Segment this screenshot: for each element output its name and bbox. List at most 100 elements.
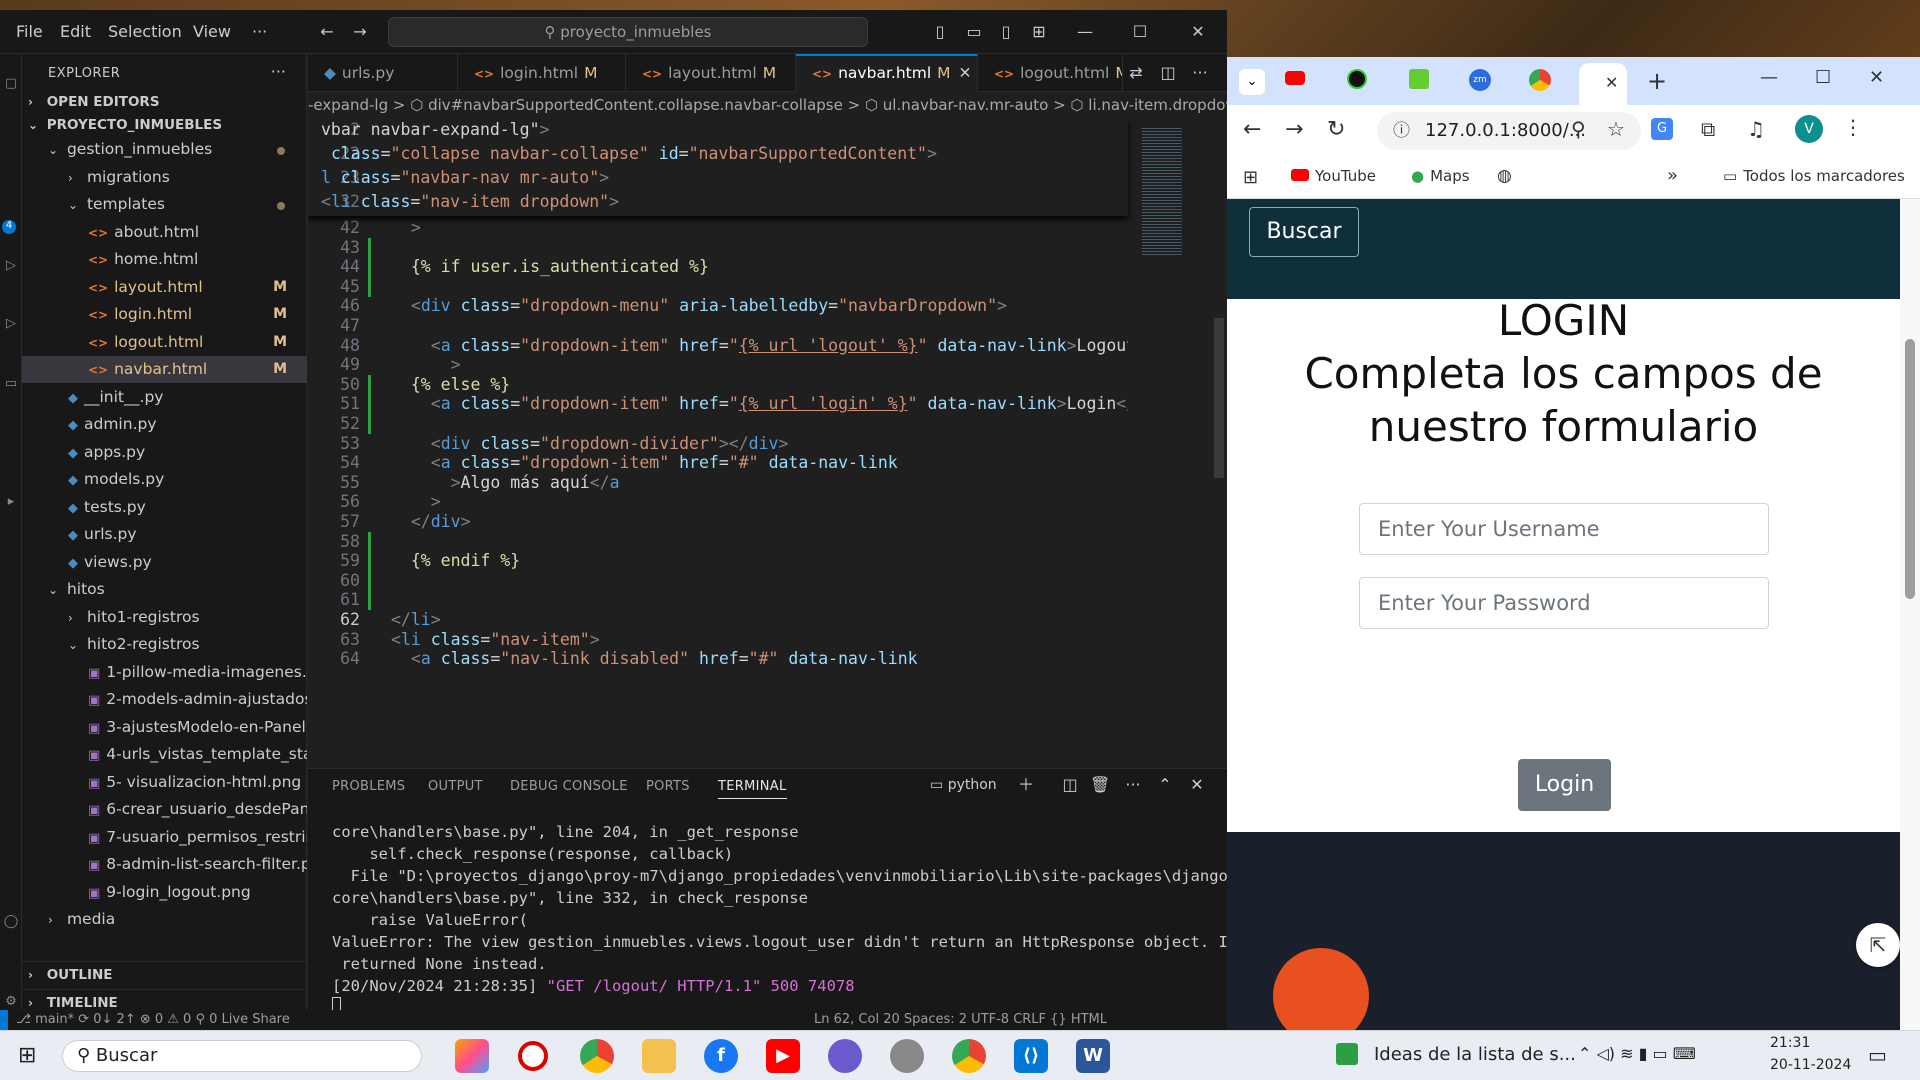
media-control-icon[interactable]: ♫ [1747,117,1765,141]
code-line[interactable]: 64 <a class="nav-link disabled" href="#"… [308,649,1128,669]
tab-favicon[interactable] [1347,69,1367,89]
messenger-icon[interactable] [828,1039,862,1073]
notification-app-icon[interactable] [1336,1043,1358,1065]
tree-item[interactable]: ⌄ hito2-registros [22,631,307,658]
close-tab-icon[interactable]: ✕ [1605,73,1618,92]
password-input[interactable]: Enter Your Password [1359,577,1769,629]
close-panel-icon[interactable]: ✕ [1187,775,1207,795]
more-bookmarks-icon[interactable]: » [1667,165,1678,186]
notification-text[interactable]: Ideas de la lista de s... [1374,1044,1576,1065]
code-line[interactable]: 52 [308,414,1128,434]
extensions-icon[interactable]: ⧉ [1701,117,1715,141]
tree-item[interactable]: ▣ 2-models-admin-ajustados.p... [22,686,307,713]
tab-urls-py[interactable]: ◆ urls.py [308,54,458,92]
tree-item[interactable]: ◆ admin.py [22,411,307,438]
code-line[interactable]: 43 [308,237,1128,258]
menu-more[interactable]: ··· [252,22,267,41]
app-icon[interactable] [890,1039,924,1073]
code-line[interactable]: 59 {% endif %} [308,551,1128,572]
back-arrow-icon[interactable]: ← [317,22,337,42]
status-right[interactable]: Ln 62, Col 20 Spaces: 2 UTF-8 CRLF {} HT… [814,1012,1107,1027]
new-tab-icon[interactable]: + [1647,67,1667,95]
menu-selection[interactable]: Selection [108,22,182,41]
scroll-thumb[interactable] [1905,339,1915,599]
sticky-scroll[interactable]: 2 vbar navbar-expand-lg"> 22 class="collap… [308,118,1128,216]
maximize-icon[interactable]: ☐ [1815,67,1831,88]
bookmark-maps[interactable]: ● Maps [1411,167,1470,185]
code-line[interactable]: 53 <div class="dropdown-divider"></div> [308,434,1128,454]
sticky-line[interactable]: 22 class="collapse navbar-collapse" id="… [308,142,1128,166]
tab-terminal[interactable]: TERMINAL [718,779,787,799]
tree-item[interactable]: ▣ 4-urls_vistas_template_static.... [22,741,307,768]
tree-item[interactable]: ◆ models.py [22,466,307,493]
opera-icon[interactable] [518,1041,548,1071]
code-line[interactable]: 55 >Algo más aquí</a [308,473,1128,493]
apps-grid-icon[interactable]: ⊞ [1243,167,1258,188]
tree-item[interactable]: ▣ 8-admin-list-search-filter.png [22,851,307,878]
minimap[interactable] [1128,118,1208,768]
tab-debug-console[interactable]: DEBUG CONSOLE [510,779,628,794]
split-editor-icon[interactable]: ◫ [1158,63,1178,83]
menu-file[interactable]: File [16,22,43,41]
remote-indicator[interactable] [0,1010,8,1030]
code-line[interactable]: 63 <li class="nav-item"> [308,630,1128,650]
sticky-line[interactable]: 32 <li class="nav-item dropdown"> [308,190,1128,214]
bookmark-star-icon[interactable]: ☆ [1607,117,1625,141]
code-line[interactable]: 48 <a class="dropdown-item" href="{% url… [308,336,1146,356]
back-icon[interactable]: ← [1243,117,1261,142]
file-explorer-icon[interactable] [642,1039,676,1073]
tree-item[interactable]: ◆ apps.py [22,439,307,466]
trash-icon[interactable]: 🗑 [1090,775,1110,795]
tab-favicon[interactable] [1409,69,1429,89]
tree-item[interactable]: <> navbar.html M [22,356,307,383]
address-bar[interactable]: ⓘ 127.0.0.1:8000/... [1377,112,1641,150]
menu-view[interactable]: View [193,22,231,41]
code-line[interactable]: 60 [308,570,1128,591]
sticky-line[interactable]: 23 l class="navbar-nav mr-auto"> [308,166,1128,190]
tab-ports[interactable]: PORTS [646,779,690,794]
profile-avatar[interactable]: V [1795,115,1823,143]
remote-icon[interactable]: ▭ [0,376,22,398]
status-left[interactable]: ⎇ main* ⟳ 0↓ 2↑ ⊗ 0 ⚠ 0 ⚲ 0 Live Share [16,1012,290,1027]
reload-icon[interactable]: ↻ [1327,117,1345,142]
code-line[interactable]: 57 </div> [308,512,1128,532]
tree-item[interactable]: ◆ __init__.py [22,384,307,411]
code-line[interactable]: 47 [308,316,1128,336]
breadcrumb[interactable]: -expand-lg > ⬡ div#navbarSupportedConten… [308,92,1227,118]
youtube-icon[interactable]: ▶ [766,1039,800,1073]
tree-item[interactable]: ◆ views.py [22,549,307,576]
code-line[interactable]: 50 {% else %} [308,374,1128,395]
username-input[interactable]: Enter Your Username [1359,503,1769,555]
terminal-selector[interactable]: ▭ python [930,777,997,793]
globe-icon[interactable]: ◍ [1497,166,1512,186]
menu-edit[interactable]: Edit [60,22,91,41]
tree-item[interactable]: ⌄ hitos [22,576,307,603]
zoom-icon[interactable]: ⚲ [1571,117,1586,141]
editor-scrollbar[interactable] [1212,118,1226,768]
code-line[interactable]: 49 > [308,355,1128,375]
clock-date[interactable]: 20-11-2024 [1770,1057,1851,1073]
toggle-panel-icon[interactable]: ▭ [964,22,984,42]
site-info-icon[interactable]: ⓘ [1393,112,1410,150]
code-line[interactable]: 58 [308,531,1128,552]
close-window-icon[interactable]: ✕ [1869,67,1884,88]
vscode-icon[interactable]: ⟨⟩ [1014,1039,1048,1073]
code-line[interactable]: 62 </li> [308,610,1128,630]
code-line[interactable]: 45 [308,276,1128,297]
explorer-icon[interactable]: ▢ [0,76,22,98]
translate-icon[interactable]: G [1651,118,1673,140]
close-tab-icon[interactable]: ✕ [959,64,972,82]
extensions-icon[interactable]: ▷ [0,316,22,338]
windows-start-icon[interactable]: ⊞ [18,1043,36,1068]
tree-item[interactable]: ▣ 9-login_logout.png [22,879,307,906]
tree-item[interactable]: ⌄ templates [22,191,307,218]
clock-time[interactable]: 21:31 [1770,1035,1810,1051]
tree-item[interactable]: ◆ urls.py [22,521,307,548]
code-line[interactable]: 54 <a class="dropdown-item" href="#" dat… [308,453,1128,473]
tab-output[interactable]: OUTPUT [428,779,483,794]
facebook-icon[interactable]: f [704,1039,738,1073]
tab-navbar-html[interactable]: <> navbar.html M ✕ [796,54,978,92]
copilot-icon[interactable] [455,1039,489,1073]
terminal-output[interactable]: core\handlers\base.py", line 204, in _ge… [332,821,1237,1021]
all-bookmarks[interactable]: ▭ Todos los marcadores [1723,167,1905,185]
